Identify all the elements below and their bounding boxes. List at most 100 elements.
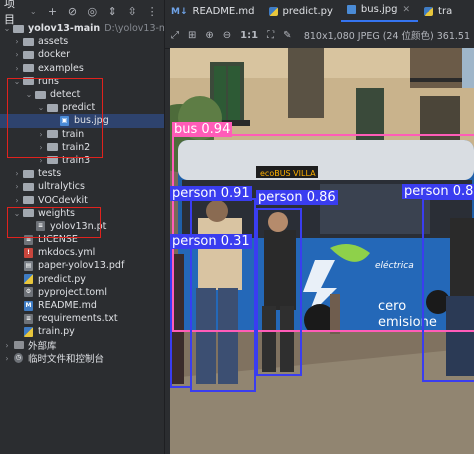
chevron-right-icon[interactable]: › [12, 196, 22, 205]
grid-icon[interactable]: ⊞ [188, 30, 196, 41]
folder-icon [22, 195, 35, 205]
tab-predict-py[interactable]: predict.py [263, 1, 341, 22]
tab-bus-jpg[interactable]: bus.jpg ✕ [340, 0, 419, 22]
tree-item-pyproject[interactable]: ⚙ pyproject.toml [0, 286, 164, 299]
chevron-down-icon[interactable]: ⌄ [2, 24, 12, 33]
tree-item-label: assets [38, 36, 69, 48]
project-tree: ⌄ yolov13-main D:\yolov13-main › assets … [0, 22, 164, 365]
tree-item-label: README.md [38, 300, 97, 312]
chevron-right-icon[interactable]: › [2, 354, 12, 363]
highlight-box-weights [7, 207, 101, 238]
tree-item-vocdevkit[interactable]: › VOCdevkit [0, 193, 164, 206]
image-icon [346, 5, 356, 14]
tab-label: bus.jpg [360, 4, 398, 15]
chevron-right-icon[interactable]: › [12, 182, 22, 191]
bbox-label-bus: bus 0.94 [172, 122, 233, 137]
image-info: 810x1,080 JPEG (24 位颜色) 361.51 [303, 31, 470, 42]
python-icon [268, 7, 278, 16]
tree-item-label: ultralytics [38, 181, 85, 193]
chevron-right-icon[interactable]: › [12, 37, 22, 46]
close-icon[interactable]: ✕ [402, 5, 410, 15]
yaml-file-icon: ! [22, 247, 35, 258]
tree-item-scratches[interactable]: › ◷ 临时文件和控制台 [0, 352, 164, 365]
add-icon[interactable]: + [45, 3, 61, 19]
more-icon[interactable]: ⋮ [144, 3, 160, 19]
bbox-label-person-3: person 0.86 [402, 184, 474, 199]
bbox-person-4 [170, 244, 192, 388]
bbox-person-3 [422, 198, 474, 382]
bbox-person-2 [256, 208, 302, 376]
tree-root[interactable]: ⌄ yolov13-main D:\yolov13-main [0, 22, 164, 35]
folder-icon [22, 63, 35, 73]
zoom-out-icon[interactable]: ⊖ [223, 30, 231, 41]
image-canvas[interactable]: ecoBUS VILLA eléctrica cero emisione bus… [170, 48, 474, 454]
tree-item-label: paper-yolov13.pdf [38, 260, 125, 272]
tree-item-label: 临时文件和控制台 [28, 354, 105, 366]
tree-item-examples[interactable]: › examples [0, 62, 164, 75]
project-name: yolov13-main [28, 23, 101, 35]
editor-tab-bar: M↓ README.md predict.py bus.jpg ✕ tra [165, 0, 474, 23]
highlight-box-runs [7, 78, 103, 158]
bbox-person-1 [190, 198, 256, 392]
zoom-in-icon[interactable]: ⊕ [205, 30, 213, 41]
tree-item-label: mkdocs.yml [38, 247, 96, 259]
bbox-label-person-1: person 0.91 [170, 186, 252, 201]
bbox-label-person-4: person 0.31 [170, 234, 252, 249]
chevron-right-icon[interactable]: › [2, 341, 12, 350]
tree-item-train-py[interactable]: train.py [0, 325, 164, 338]
tree-item-label: predict.py [38, 273, 86, 285]
folder-icon [12, 24, 25, 34]
tree-item-label: docker [38, 49, 70, 61]
tab-readme[interactable]: M↓ README.md [165, 1, 263, 22]
fit-icon[interactable]: ⤢ [171, 30, 179, 41]
folder-icon [22, 50, 35, 60]
pdf-file-icon: ▤ [24, 260, 33, 271]
chevron-right-icon[interactable]: › [12, 64, 22, 73]
collapse-all-icon[interactable]: ⇳ [124, 3, 140, 19]
chevron-right-icon[interactable]: › [12, 169, 22, 178]
expand-icon[interactable]: ⇕ [104, 3, 120, 19]
locate-icon[interactable]: ◎ [84, 3, 100, 19]
tree-item-label: train.py [38, 326, 75, 338]
tree-item-docker[interactable]: › docker [0, 48, 164, 61]
collapse-icon[interactable]: ⊘ [64, 3, 80, 19]
python-file-icon [22, 326, 35, 337]
tree-item-assets[interactable]: › assets [0, 35, 164, 48]
tree-item-label: examples [38, 62, 84, 74]
folder-icon [22, 182, 35, 192]
text-file-icon: ≡ [24, 313, 33, 324]
folder-icon [22, 37, 35, 47]
toml-file-icon: ⚙ [24, 287, 33, 298]
tree-item-label: 外部库 [28, 341, 57, 353]
actual-size-button[interactable]: 1:1 [240, 30, 258, 41]
tree-item-label: requirements.txt [38, 313, 118, 325]
bbox-label-person-2: person 0.86 [256, 190, 338, 205]
sidebar-header: 项目 ⌄ + ⊘ ◎ ⇕ ⇳ ⋮ [0, 0, 164, 26]
folder-icon [22, 169, 35, 179]
chevron-right-icon[interactable]: › [12, 50, 22, 59]
tree-item-paper-pdf[interactable]: ▤ paper-yolov13.pdf [0, 259, 164, 272]
tab-label: README.md [192, 6, 255, 17]
tree-item-tests[interactable]: › tests [0, 167, 164, 180]
tree-item-mkdocs-yml[interactable]: ! mkdocs.yml [0, 246, 164, 259]
fit-window-icon[interactable]: ⛶ [267, 30, 274, 41]
tree-item-label: VOCdevkit [38, 194, 88, 206]
image-toolbar: ⤢ ⊞ ⊕ ⊖ 1:1 ⛶ ✎ 810x1,080 JPEG (24 位颜色) … [165, 22, 474, 49]
tree-item-readme[interactable]: M README.md [0, 299, 164, 312]
tab-train[interactable]: tra [418, 1, 460, 22]
markdown-icon: M↓ [171, 6, 188, 17]
tree-item-predict-py[interactable]: predict.py [0, 273, 164, 286]
chevron-down-icon[interactable]: ⌄ [30, 7, 37, 16]
python-icon [424, 7, 434, 16]
tree-item-external-libs[interactable]: › 外部库 [0, 339, 164, 353]
scratch-icon: ◷ [14, 353, 23, 364]
color-picker-icon[interactable]: ✎ [283, 30, 291, 41]
tree-item-requirements[interactable]: ≡ requirements.txt [0, 312, 164, 325]
project-path: D:\yolov13-main [104, 23, 164, 35]
tree-item-ultralytics[interactable]: › ultralytics [0, 180, 164, 193]
tab-label: tra [438, 6, 453, 17]
tree-item-label: pyproject.toml [38, 286, 108, 298]
tab-label: predict.py [282, 6, 333, 17]
markdown-file-icon: M [24, 300, 33, 311]
project-sidebar: 项目 ⌄ + ⊘ ◎ ⇕ ⇳ ⋮ ⌄ yolov13-main D:\yolov… [0, 0, 165, 454]
